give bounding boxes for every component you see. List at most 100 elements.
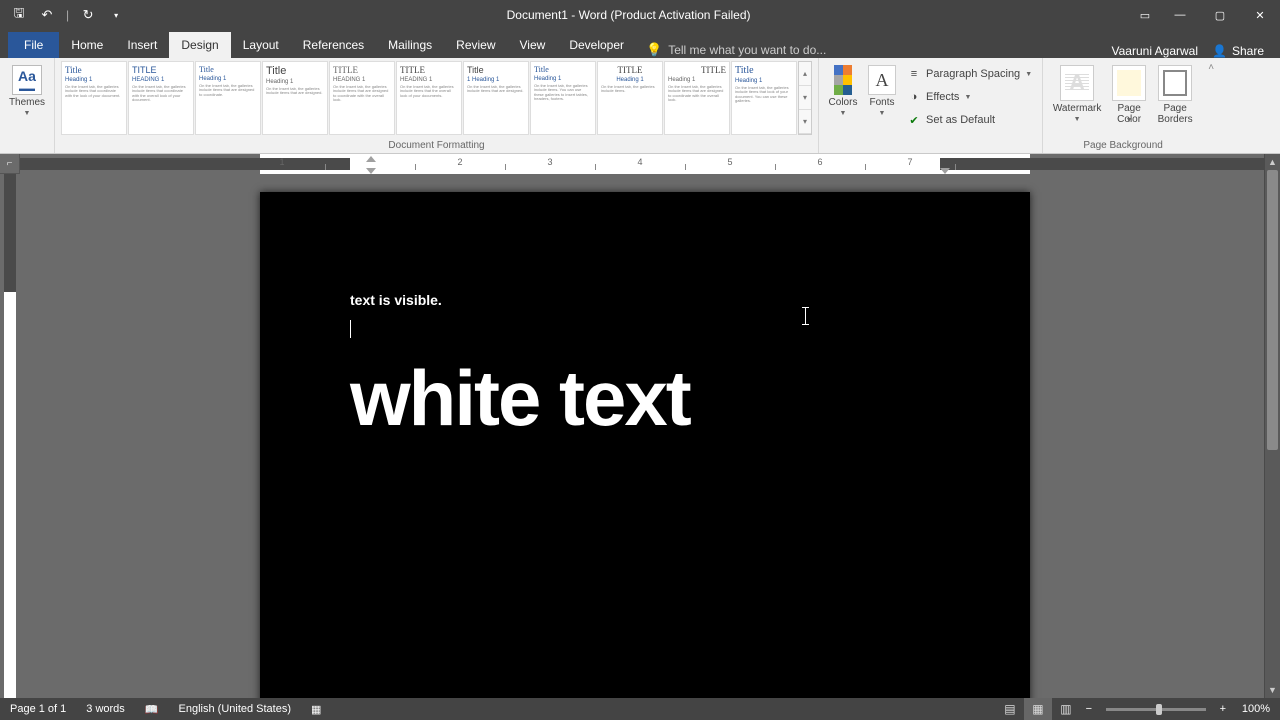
scroll-down[interactable]: ▼ bbox=[1265, 682, 1280, 698]
chevron-down-icon: ▼ bbox=[24, 110, 31, 117]
ruler-num: 5 bbox=[727, 157, 732, 167]
qat-customize[interactable]: ▾ bbox=[105, 4, 127, 26]
style-set-1[interactable]: TitleHeading 1On the Insert tab, the gal… bbox=[61, 61, 127, 135]
style-set-11[interactable]: TitleHeading 1On the Insert tab, the gal… bbox=[731, 61, 797, 135]
user-name[interactable]: Vaaruni Agarwal bbox=[1112, 44, 1199, 58]
zoom-out[interactable]: − bbox=[1080, 703, 1098, 715]
text-caret bbox=[350, 320, 351, 338]
colors-button[interactable]: Colors ▼ bbox=[825, 61, 861, 117]
horizontal-ruler[interactable]: 1 2 3 4 5 6 7 bbox=[20, 154, 1264, 174]
paragraph-spacing-icon: ≡ bbox=[907, 67, 921, 81]
page-indicator[interactable]: Page 1 of 1 bbox=[0, 698, 76, 720]
macro-indicator[interactable]: ▦ bbox=[301, 698, 331, 720]
chevron-down-icon: ▼ bbox=[840, 110, 847, 117]
language-indicator[interactable]: English (United States) bbox=[169, 698, 302, 720]
share-label: Share bbox=[1232, 44, 1264, 58]
set-as-default-button[interactable]: ✔Set as Default bbox=[903, 109, 1036, 131]
tab-developer[interactable]: Developer bbox=[557, 32, 636, 58]
zoom-level[interactable]: 100% bbox=[1232, 703, 1280, 715]
watermark-icon bbox=[1060, 65, 1094, 101]
tab-layout[interactable]: Layout bbox=[231, 32, 291, 58]
page-borders-label: Page Borders bbox=[1153, 103, 1197, 125]
vertical-scrollbar[interactable]: ▲ ▼ bbox=[1264, 154, 1280, 698]
fonts-button[interactable]: A Fonts ▼ bbox=[865, 61, 899, 117]
heading-text[interactable]: white text bbox=[350, 353, 940, 444]
gallery-more[interactable]: ▾ bbox=[799, 110, 811, 134]
gallery-scroll: ▴ ▾ ▾ bbox=[798, 61, 812, 135]
body-text-line[interactable]: text is visible. bbox=[350, 292, 940, 308]
zoom-slider[interactable] bbox=[1106, 708, 1206, 711]
page-color-button[interactable]: Page Color ▼ bbox=[1109, 61, 1149, 124]
tab-references[interactable]: References bbox=[291, 32, 376, 58]
fonts-label: Fonts bbox=[869, 97, 894, 108]
vertical-ruler[interactable] bbox=[0, 174, 20, 698]
first-line-indent[interactable] bbox=[366, 156, 376, 162]
style-set-10[interactable]: TITLEHeading 1On the Insert tab, the gal… bbox=[664, 61, 730, 135]
tell-me-placeholder: Tell me what you want to do... bbox=[668, 43, 826, 57]
word-count[interactable]: 3 words bbox=[76, 698, 135, 720]
style-set-7[interactable]: Title1 Heading 1On the Insert tab, the g… bbox=[463, 61, 529, 135]
gallery-up[interactable]: ▴ bbox=[799, 62, 811, 86]
tab-mailings[interactable]: Mailings bbox=[376, 32, 444, 58]
style-set-2[interactable]: TITLEHEADING 1On the Insert tab, the gal… bbox=[128, 61, 194, 135]
style-set-5[interactable]: TITLEHEADING 1On the Insert tab, the gal… bbox=[329, 61, 395, 135]
tab-insert[interactable]: Insert bbox=[115, 32, 169, 58]
style-set-4[interactable]: TitleHeading 1On the Insert tab, the gal… bbox=[262, 61, 328, 135]
tab-home[interactable]: Home bbox=[59, 32, 115, 58]
effects-button[interactable]: ◑Effects▼ bbox=[903, 86, 1036, 108]
window-title: Document1 - Word (Product Activation Fai… bbox=[127, 8, 1130, 22]
style-set-9[interactable]: TITLEHeading 1On the Insert tab, the gal… bbox=[597, 61, 663, 135]
status-bar: Page 1 of 1 3 words 📖 English (United St… bbox=[0, 698, 1280, 720]
gallery-down[interactable]: ▾ bbox=[799, 86, 811, 110]
save-button[interactable]: 🖫 bbox=[8, 4, 30, 26]
tab-review[interactable]: Review bbox=[444, 32, 507, 58]
bulb-icon: 💡 bbox=[646, 42, 662, 58]
themes-button[interactable]: Aa▬▬ Themes ▼ bbox=[6, 61, 48, 117]
tab-file[interactable]: File bbox=[8, 32, 59, 58]
paragraph-spacing-button[interactable]: ≡Paragraph Spacing▼ bbox=[903, 63, 1036, 85]
style-set-6[interactable]: TITLEHEADING 1On the Insert tab, the gal… bbox=[396, 61, 462, 135]
chevron-down-icon: ▼ bbox=[1126, 117, 1133, 124]
chevron-down-icon: ▼ bbox=[1074, 116, 1081, 123]
fonts-icon: A bbox=[868, 65, 896, 95]
quick-access-toolbar: 🖫 ↶ | ↻ ▾ bbox=[0, 4, 127, 26]
chevron-down-icon: ▼ bbox=[964, 94, 971, 101]
web-layout-view[interactable]: ▥ bbox=[1052, 698, 1080, 720]
zoom-in[interactable]: + bbox=[1214, 703, 1232, 715]
spellcheck-indicator[interactable]: 📖 bbox=[135, 698, 169, 720]
undo-button[interactable]: ↶ bbox=[36, 4, 58, 26]
share-button[interactable]: 👤 Share bbox=[1212, 44, 1264, 58]
redo-button[interactable]: ↻ bbox=[77, 4, 99, 26]
read-mode-view[interactable]: ▤ bbox=[996, 698, 1024, 720]
tab-selector[interactable]: ⌐ bbox=[0, 154, 20, 174]
effects-icon: ◑ bbox=[907, 90, 921, 104]
tab-design[interactable]: Design bbox=[169, 32, 230, 58]
qat-sep: | bbox=[66, 8, 69, 22]
themes-icon: Aa▬▬ bbox=[12, 65, 42, 95]
close-button[interactable]: ✕ bbox=[1240, 0, 1280, 30]
ribbon-display-options[interactable]: ▭ bbox=[1130, 0, 1160, 30]
ribbon-tabs: File Home Insert Design Layout Reference… bbox=[0, 30, 1280, 58]
style-set-8[interactable]: TitleHeading 1On the Insert tab, the gal… bbox=[530, 61, 596, 135]
ruler-num: 2 bbox=[457, 157, 462, 167]
print-layout-view[interactable]: ▦ bbox=[1024, 698, 1052, 720]
collapse-ribbon[interactable]: ˄ bbox=[1203, 58, 1219, 153]
tell-me[interactable]: 💡 Tell me what you want to do... bbox=[636, 42, 836, 58]
chevron-down-icon: ▼ bbox=[1025, 71, 1032, 78]
scroll-thumb[interactable] bbox=[1267, 170, 1278, 450]
ribbon: Aa▬▬ Themes ▼ TitleHeading 1On the Inser… bbox=[0, 58, 1280, 154]
tab-view[interactable]: View bbox=[508, 32, 558, 58]
colors-icon bbox=[834, 65, 852, 95]
minimize-button[interactable]: — bbox=[1160, 0, 1200, 30]
style-set-3[interactable]: TitleHeading 1On the Insert tab, the gal… bbox=[195, 61, 261, 135]
document-viewport[interactable]: text is visible. white text bbox=[20, 174, 1264, 698]
maximize-button[interactable]: ▢ bbox=[1200, 0, 1240, 30]
ruler-num: 4 bbox=[637, 157, 642, 167]
page[interactable]: text is visible. white text bbox=[260, 192, 1030, 698]
group-page-background: Page Background bbox=[1083, 139, 1163, 152]
scroll-up[interactable]: ▲ bbox=[1265, 154, 1280, 170]
watermark-button[interactable]: Watermark ▼ bbox=[1049, 61, 1105, 123]
colors-label: Colors bbox=[829, 97, 858, 108]
document-area: ⌐ 1 2 3 4 5 6 7 text is bbox=[0, 154, 1280, 698]
page-borders-button[interactable]: Page Borders bbox=[1153, 61, 1197, 125]
